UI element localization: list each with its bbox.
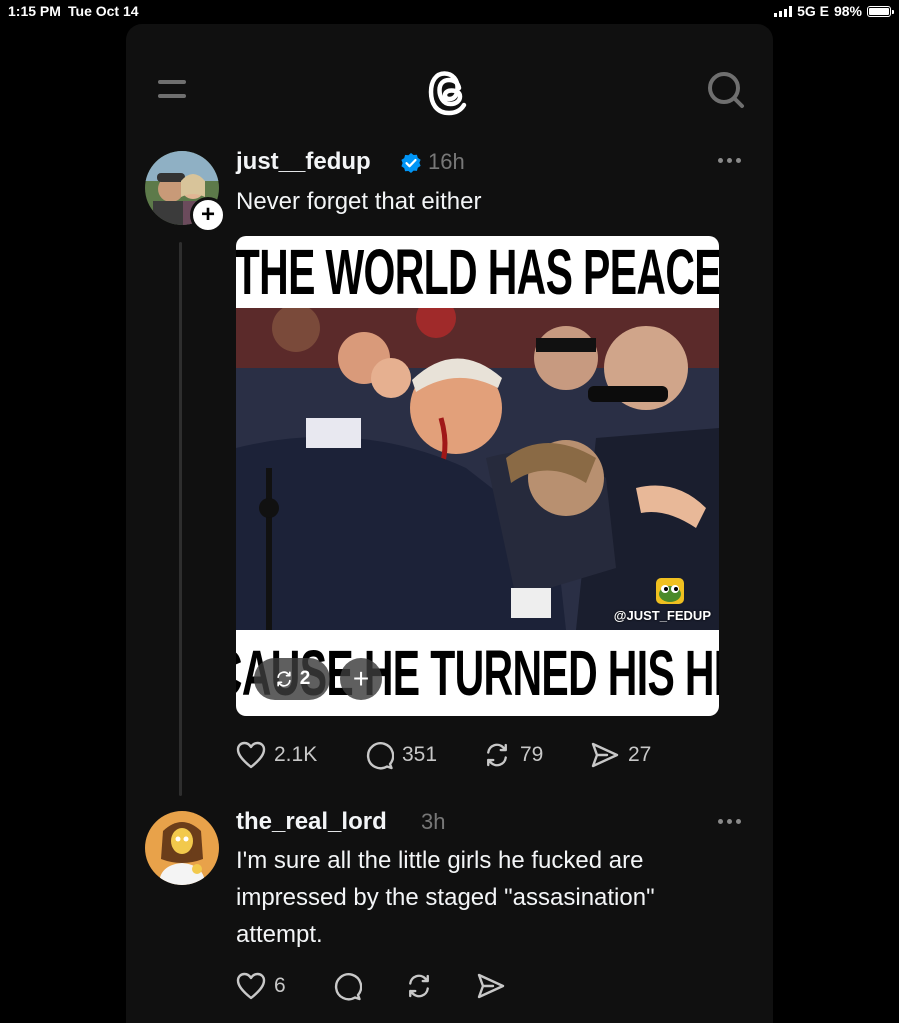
- follow-button[interactable]: +: [190, 197, 226, 233]
- network-label: 5G E: [797, 3, 829, 19]
- post-actions: 2.1K 351 79 27: [236, 740, 651, 770]
- top-bar: [126, 24, 773, 154]
- share-button[interactable]: 27: [590, 741, 651, 769]
- status-time: 1:15 PM: [8, 3, 61, 19]
- comment-icon: [334, 973, 362, 1001]
- like-count: 6: [274, 974, 286, 997]
- meme-watermark: @JUST_FEDUP: [613, 608, 711, 623]
- post-text-line: I'm sure all the little girls he fucked …: [236, 847, 644, 874]
- status-date: Tue Oct 14: [68, 3, 139, 19]
- repost-icon: [277, 671, 291, 687]
- battery-label: 98%: [833, 3, 862, 19]
- meme-photo: [236, 308, 719, 630]
- repost-button[interactable]: [404, 971, 476, 1001]
- post-username[interactable]: the_real_lord: [236, 808, 387, 836]
- more-options-icon[interactable]: [718, 158, 741, 163]
- post-image[interactable]: THE WORLD HAS PEACE @JUST_FEDUP HE TURNE…: [236, 236, 719, 716]
- thread-line: [179, 242, 182, 796]
- like-button[interactable]: 2.1K: [236, 741, 364, 769]
- signal-icon: [774, 5, 793, 17]
- share-icon: [477, 973, 505, 999]
- post-text: Never forget that either: [236, 188, 482, 215]
- verified-badge-icon: [401, 153, 421, 173]
- status-bar: 1:15 PM Tue Oct 14 5G E 98%: [0, 0, 899, 22]
- reply-count: 351: [402, 743, 438, 766]
- threads-panel: + just__fedup 16h Never forget that eith…: [126, 24, 773, 1023]
- search-icon[interactable]: [706, 70, 746, 110]
- repost-icon: [409, 974, 429, 998]
- reply-button[interactable]: [332, 971, 404, 1001]
- like-count: 2.1K: [274, 743, 318, 766]
- heart-icon: [236, 741, 266, 769]
- post-text-line: impressed by the staged "assasination": [236, 884, 655, 911]
- share-count: 27: [628, 743, 652, 766]
- post-text-line: attempt.: [236, 921, 323, 948]
- battery-icon: [867, 5, 894, 17]
- avatar-jesus-cartoon-icon: [145, 811, 219, 885]
- comment-icon: [366, 742, 394, 770]
- image-add-button[interactable]: +: [340, 658, 382, 700]
- menu-icon[interactable]: [158, 78, 186, 100]
- meme-top-caption: THE WORLD HAS PEACE: [236, 236, 719, 308]
- repost-icon: [487, 743, 507, 767]
- like-button[interactable]: 6: [236, 972, 332, 1000]
- repost-button[interactable]: 79: [482, 740, 590, 770]
- post-username[interactable]: just__fedup: [236, 148, 371, 176]
- more-options-icon[interactable]: [718, 819, 741, 824]
- pepe-logo-icon: [656, 578, 684, 604]
- share-icon: [591, 742, 619, 768]
- status-right: 5G E 98%: [774, 3, 894, 19]
- repost-count: 79: [520, 743, 544, 766]
- post-time: 16h: [428, 149, 465, 174]
- reply-button[interactable]: 351: [364, 740, 482, 770]
- heart-icon: [236, 972, 266, 1000]
- image-repost-pill[interactable]: 2: [254, 658, 330, 700]
- post-actions: 6: [236, 971, 506, 1001]
- avatar[interactable]: [145, 811, 219, 885]
- post-text: I'm sure all the little girls he fucked …: [236, 842, 746, 953]
- share-button[interactable]: [476, 972, 506, 1000]
- post-time: 3h: [421, 809, 446, 834]
- threads-logo-icon[interactable]: [428, 68, 472, 118]
